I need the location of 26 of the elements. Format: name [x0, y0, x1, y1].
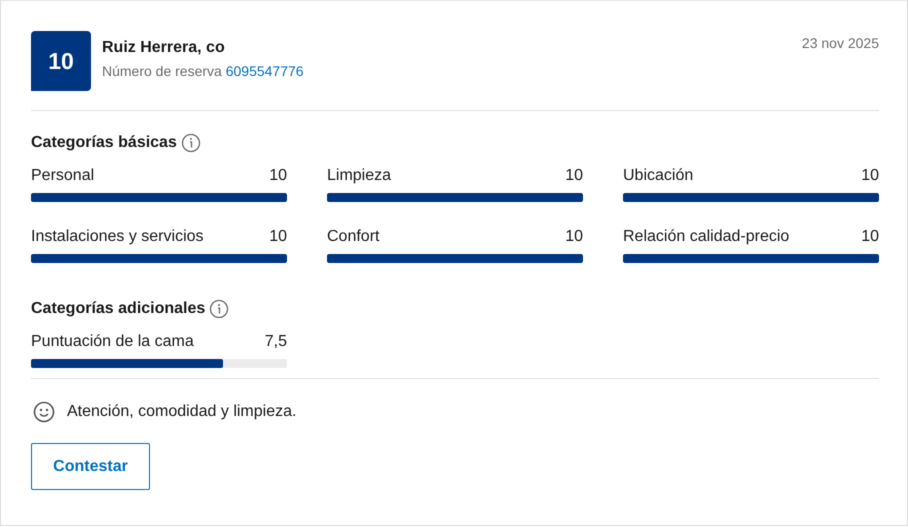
booking-number-link[interactable]: 6095547776: [226, 63, 304, 79]
review-date: 23 nov 2025: [802, 34, 879, 51]
category-label: Limpieza: [327, 167, 392, 185]
booking-label: Número de reserva: [102, 63, 222, 79]
category-label: Relación calidad-precio: [623, 228, 790, 246]
category-label: Instalaciones y servicios: [31, 228, 204, 246]
category-score: 10: [269, 228, 287, 246]
section-title: Categorías adicionales: [31, 300, 206, 318]
category-label: Ubicación: [623, 167, 694, 185]
category-score: 10: [861, 228, 879, 246]
category-score: 7,5: [264, 333, 287, 351]
category-label: Personal: [31, 167, 94, 185]
category-label: Confort: [327, 228, 380, 246]
info-icon[interactable]: [180, 133, 201, 153]
review-comment: Atención, comodidad y limpieza.: [67, 403, 296, 421]
category-score: 10: [565, 228, 583, 246]
category-score: 10: [565, 167, 583, 185]
category-label: Puntuación de la cama: [31, 333, 194, 351]
guest-name: Ruiz Herrera, co: [102, 39, 226, 57]
score-badge: 10: [31, 31, 91, 91]
reply-button[interactable]: Contestar: [31, 443, 150, 490]
category-score: 10: [269, 167, 287, 185]
category-score: 10: [861, 167, 879, 185]
smiley-icon: [33, 401, 55, 423]
info-icon[interactable]: [209, 299, 230, 319]
section-title: Categorías básicas: [31, 134, 177, 152]
